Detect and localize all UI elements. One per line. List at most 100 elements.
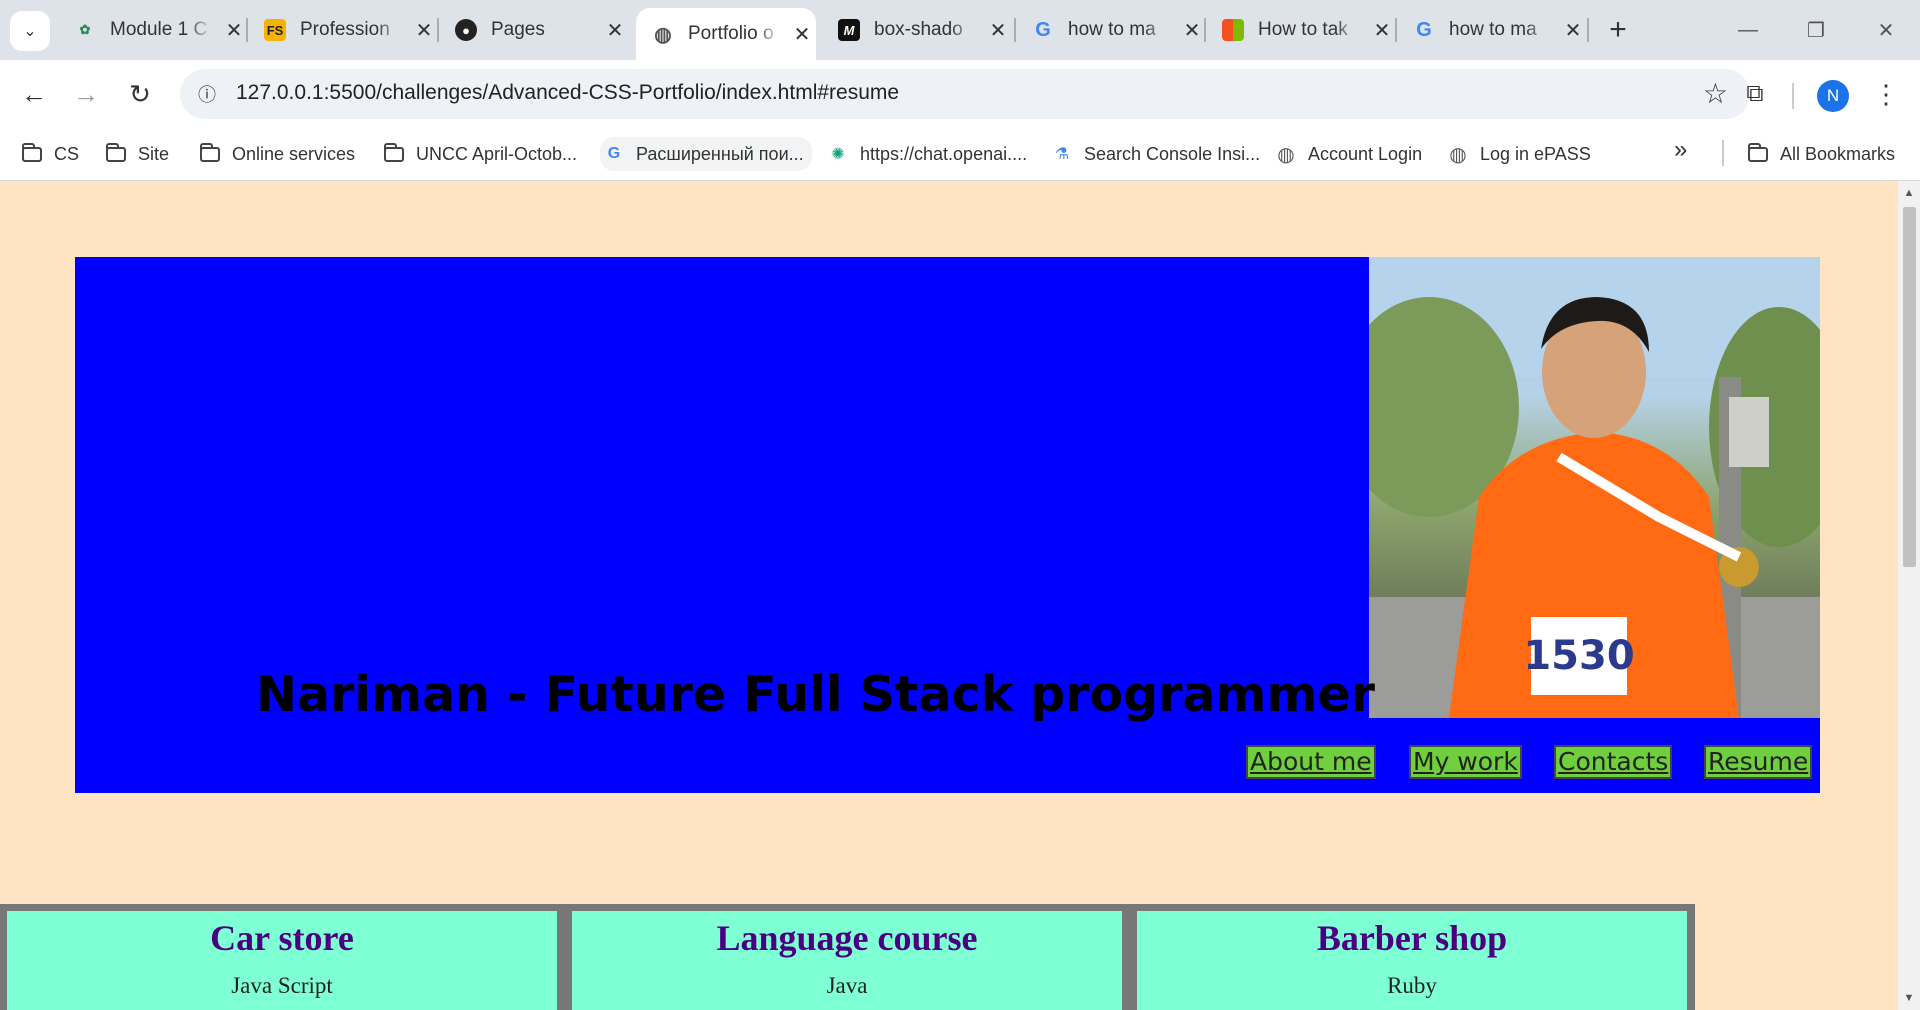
chevron-down-icon: ⌄ bbox=[23, 23, 37, 40]
scroll-up-icon[interactable]: ▲ bbox=[1903, 187, 1915, 199]
page-scrollbar[interactable]: ▲ ▼ bbox=[1898, 181, 1920, 1010]
fern-icon: ✿ bbox=[79, 22, 91, 37]
toolbar-separator bbox=[1792, 83, 1794, 109]
folder-icon bbox=[104, 142, 128, 166]
close-tab-icon[interactable]: ✕ bbox=[222, 18, 246, 42]
close-tab-icon[interactable]: ✕ bbox=[412, 18, 436, 42]
close-tab-icon[interactable]: ✕ bbox=[1180, 18, 1204, 42]
address-bar[interactable]: ⓘ 127.0.0.1:5500/challenges/Advanced-CSS… bbox=[180, 69, 1750, 119]
restore-button[interactable]: ❐ bbox=[1786, 8, 1846, 52]
all-bookmarks[interactable]: All Bookmarks bbox=[1746, 137, 1895, 171]
folder-icon bbox=[1746, 142, 1770, 166]
bookmark-chatgpt[interactable]: ✺ https://chat.openai.... bbox=[826, 137, 1027, 171]
bookmark-site[interactable]: Site bbox=[104, 137, 169, 171]
tab-profession[interactable]: FS Profession ✕ bbox=[248, 8, 436, 52]
globe-icon: ◍ bbox=[654, 23, 672, 46]
close-window-button[interactable]: ✕ bbox=[1856, 8, 1916, 52]
restore-icon: ❐ bbox=[1807, 19, 1825, 42]
tab-how-to-take[interactable]: How to tak ✕ bbox=[1206, 8, 1394, 52]
fs-icon: FS bbox=[264, 19, 286, 41]
card-tech: Java bbox=[826, 973, 868, 998]
work-card-car-store[interactable]: Car store Java Script bbox=[7, 911, 557, 1010]
reload-icon: ↻ bbox=[129, 78, 151, 109]
close-tab-icon[interactable]: ✕ bbox=[790, 22, 814, 46]
bookmarks-separator bbox=[1722, 140, 1724, 166]
arrow-left-icon: ← bbox=[21, 78, 47, 109]
card-title: Language course bbox=[716, 918, 978, 958]
extensions-button[interactable]: ⧉ bbox=[1735, 74, 1775, 114]
work-section: Car store Java Script Language course Ja… bbox=[0, 904, 1695, 1010]
close-tab-icon[interactable]: ✕ bbox=[1370, 18, 1394, 42]
nav-link-resume[interactable]: Resume bbox=[1704, 745, 1813, 779]
work-card-barber-shop[interactable]: Barber shop Ruby bbox=[1137, 911, 1687, 1010]
card-title: Barber shop bbox=[1316, 918, 1508, 958]
nav-link-my-work[interactable]: My work bbox=[1409, 745, 1522, 779]
reload-button[interactable]: ↻ bbox=[120, 74, 160, 114]
profile-avatar[interactable]: N bbox=[1817, 80, 1849, 112]
site-info-icon[interactable]: ⓘ bbox=[192, 79, 222, 109]
plus-icon: + bbox=[1609, 13, 1627, 46]
scroll-thumb[interactable] bbox=[1903, 207, 1916, 567]
folder-icon bbox=[20, 142, 44, 166]
tab-separator bbox=[1587, 18, 1589, 42]
profile-photo: 1530 bbox=[1369, 257, 1820, 718]
page-viewport: 1530 Nariman - Future Full Stack program… bbox=[0, 181, 1898, 1010]
tab-module-1[interactable]: ✿ Module 1 C ✕ bbox=[58, 8, 246, 52]
new-tab-button[interactable]: + bbox=[1600, 12, 1636, 48]
back-button[interactable]: ← bbox=[14, 74, 54, 114]
google-icon: G bbox=[607, 145, 621, 162]
bookmark-account-login[interactable]: ◍ Account Login bbox=[1274, 137, 1422, 171]
menu-button[interactable]: ⋮ bbox=[1866, 74, 1906, 114]
close-tab-icon[interactable]: ✕ bbox=[986, 18, 1010, 42]
runner-photo-image: 1530 bbox=[1369, 257, 1820, 718]
openai-icon: ✺ bbox=[831, 146, 845, 163]
nav-link-contacts[interactable]: Contacts bbox=[1554, 745, 1673, 779]
search-console-icon: ⚗ bbox=[1054, 146, 1070, 163]
globe-icon: ◍ bbox=[1277, 143, 1295, 166]
bookmark-online-services[interactable]: Online services bbox=[198, 137, 355, 171]
arrow-right-icon: → bbox=[73, 78, 99, 109]
tab-search-button[interactable]: ⌄ bbox=[10, 11, 50, 51]
mdn-icon: M bbox=[838, 19, 860, 41]
card-tech: Java Script bbox=[231, 973, 333, 998]
tab-pages[interactable]: ● Pages ✕ bbox=[439, 8, 627, 52]
bookmark-advanced-search[interactable]: G Расширенный пои... bbox=[600, 137, 812, 171]
bookmarks-bar: CS Site Online services UNCC April-Octob… bbox=[0, 128, 1920, 181]
close-icon: ✕ bbox=[1877, 19, 1895, 42]
github-icon: ● bbox=[455, 19, 477, 41]
bookmark-search-console[interactable]: ⚗ Search Console Insi... bbox=[1050, 137, 1260, 171]
tab-strip: ⌄ ✿ Module 1 C ✕ FS Profession ✕ ● Pages… bbox=[0, 0, 1920, 60]
browser-toolbar: ← → ↻ ⓘ 127.0.0.1:5500/challenges/Advanc… bbox=[0, 60, 1920, 128]
minimize-button[interactable]: — bbox=[1718, 8, 1778, 52]
card-title: Car store bbox=[210, 918, 354, 958]
puzzle-icon: ⧉ bbox=[1746, 80, 1764, 107]
tab-portfolio[interactable]: ◍ Portfolio o ✕ bbox=[636, 8, 816, 60]
google-icon: G bbox=[1035, 18, 1051, 41]
star-icon[interactable]: ☆ bbox=[1703, 77, 1728, 110]
tab-how-to-ma-2[interactable]: G how to ma ✕ bbox=[1397, 8, 1585, 52]
bookmark-epass[interactable]: ◍ Log in ePASS bbox=[1446, 137, 1590, 171]
scroll-down-icon[interactable]: ▼ bbox=[1903, 992, 1915, 1004]
bookmark-uncc[interactable]: UNCC April-Octob... bbox=[382, 137, 577, 171]
url-text[interactable]: 127.0.0.1:5500/challenges/Advanced-CSS-P… bbox=[236, 81, 899, 105]
close-tab-icon[interactable]: ✕ bbox=[1561, 18, 1585, 42]
close-tab-icon[interactable]: ✕ bbox=[603, 18, 627, 42]
work-card-language-course[interactable]: Language course Java bbox=[572, 911, 1122, 1010]
page-header: 1530 Nariman - Future Full Stack program… bbox=[75, 257, 1820, 793]
chevron-double-right-icon[interactable]: » bbox=[1674, 136, 1687, 164]
card-tech: Ruby bbox=[1387, 973, 1437, 998]
page-title: Nariman - Future Full Stack programmer bbox=[256, 666, 1375, 723]
bookmark-cs[interactable]: CS bbox=[20, 137, 79, 171]
svg-text:1530: 1530 bbox=[1523, 633, 1634, 679]
forward-button[interactable]: → bbox=[66, 74, 106, 114]
folder-icon bbox=[382, 142, 406, 166]
nav-link-about-me[interactable]: About me bbox=[1246, 745, 1376, 779]
google-icon: G bbox=[1416, 18, 1432, 41]
minimize-icon: — bbox=[1738, 18, 1758, 41]
more-vert-icon: ⋮ bbox=[1873, 78, 1899, 109]
tab-how-to-ma-1[interactable]: G how to ma ✕ bbox=[1016, 8, 1204, 52]
globe-icon: ◍ bbox=[1449, 143, 1467, 166]
folder-icon bbox=[198, 142, 222, 166]
microsoft-icon bbox=[1222, 19, 1244, 41]
tab-box-shadow[interactable]: M box-shado ✕ bbox=[822, 8, 1010, 52]
